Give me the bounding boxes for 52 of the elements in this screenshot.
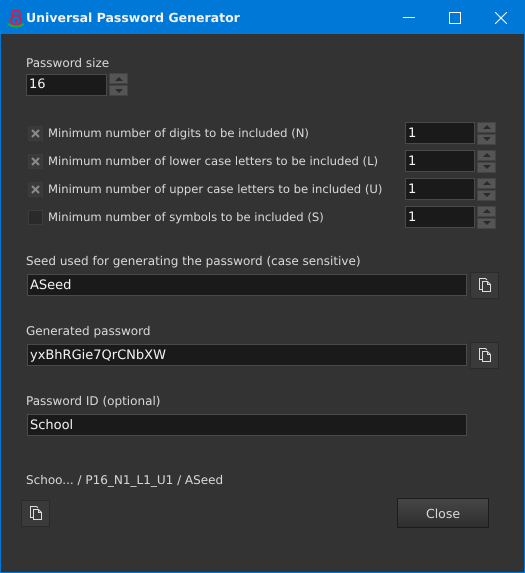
spin-up-button[interactable]	[477, 178, 496, 188]
checkbox-label: Minimum number of digits to be included (N)	[48, 126, 309, 140]
spin-down-button[interactable]	[477, 190, 496, 200]
spin-up-button[interactable]	[477, 122, 496, 132]
down-arrow-icon	[482, 220, 492, 226]
checkbox[interactable]	[28, 126, 43, 140]
copy-icon	[478, 348, 490, 362]
maximize-icon	[449, 12, 461, 24]
number-field[interactable]: 16	[26, 74, 107, 96]
lock-icon	[7, 8, 25, 28]
text-field[interactable]: ASeed	[27, 274, 467, 296]
checkbox[interactable]	[28, 154, 43, 168]
copy-icon	[478, 278, 490, 292]
checkbox-label: Minimum number of upper case letters to be included (U)	[48, 182, 382, 196]
text-field[interactable]: yxBhRGie7QrCNbXW	[27, 344, 467, 366]
copy-icon	[30, 506, 42, 520]
window-title: Universal Password Generator	[26, 10, 240, 25]
spin-down-button[interactable]	[477, 134, 496, 144]
up-arrow-icon	[482, 152, 492, 158]
minimize-icon	[403, 17, 415, 18]
copy-button[interactable]	[470, 342, 499, 368]
copy-button[interactable]	[21, 500, 50, 526]
up-arrow-icon	[482, 180, 492, 186]
close-icon	[495, 12, 507, 24]
spin-down-button[interactable]	[477, 218, 496, 228]
checkbox-label: Minimum number of lower case letters to be included (L)	[48, 154, 378, 168]
copy-button[interactable]	[470, 272, 499, 298]
text-field[interactable]: School	[27, 414, 467, 436]
field-label: Password ID (optional)	[26, 394, 162, 408]
spin-down-button[interactable]	[109, 85, 128, 96]
up-arrow-icon	[482, 208, 492, 214]
down-arrow-icon	[482, 192, 492, 198]
down-arrow-icon	[114, 88, 124, 94]
spin-up-button[interactable]	[477, 206, 496, 216]
up-arrow-icon	[114, 76, 124, 82]
summary-text: Schoo... / P16_N1_L1_U1 / ASeed	[26, 473, 224, 487]
number-field[interactable]: 1	[405, 178, 475, 200]
close-button[interactable]: Close	[397, 498, 489, 528]
checkbox[interactable]	[28, 182, 43, 196]
down-arrow-icon	[482, 136, 492, 142]
spin-up-button[interactable]	[109, 73, 128, 84]
number-field[interactable]: 1	[405, 122, 475, 144]
field-label: Seed used for generating the password (case sensitive)	[26, 254, 362, 268]
spin-down-button[interactable]	[477, 162, 496, 172]
spin-up-button[interactable]	[477, 150, 496, 160]
field-label: Generated password	[26, 324, 152, 338]
number-field[interactable]: 1	[405, 150, 475, 172]
down-arrow-icon	[482, 164, 492, 170]
field-label: Password size	[26, 56, 110, 70]
number-field[interactable]: 1	[405, 206, 475, 228]
up-arrow-icon	[482, 124, 492, 130]
checkbox-label: Minimum number of symbols to be included (S)	[48, 210, 324, 224]
